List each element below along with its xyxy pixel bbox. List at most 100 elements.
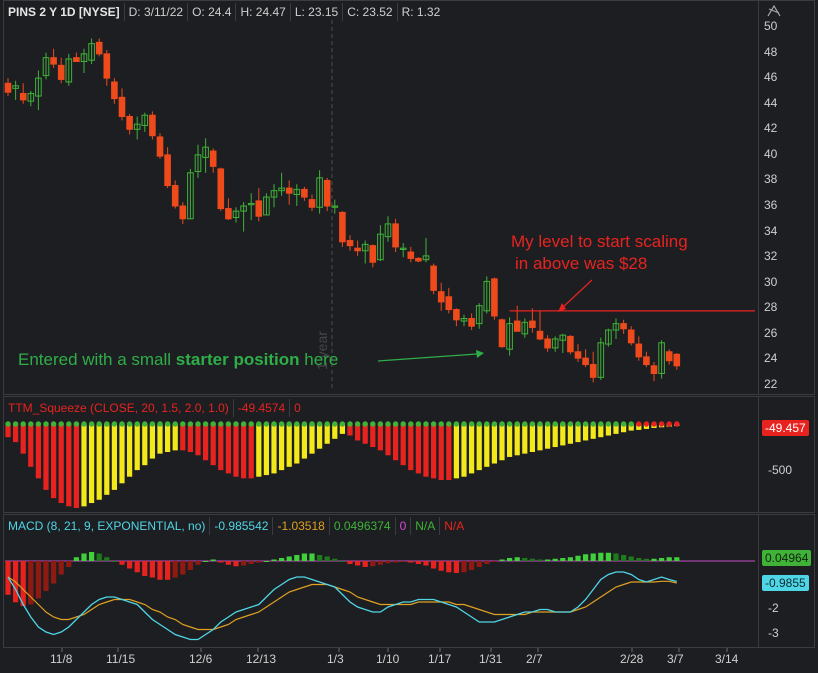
- squeeze-dot: [164, 421, 171, 427]
- macd-hist-bar: [339, 561, 345, 562]
- macd-hist-bar: [567, 557, 573, 561]
- candle-body: [369, 245, 377, 263]
- squeeze-dot: [499, 421, 505, 427]
- squeeze-dot: [408, 421, 414, 427]
- price-tick-label: 34: [764, 223, 778, 238]
- chart-canvas: [4, 20, 755, 652]
- squeeze-dot: [180, 421, 186, 427]
- macd-hist-bar: [522, 558, 528, 561]
- macd-hist-bar: [35, 561, 41, 599]
- squeeze-bar: [575, 424, 581, 443]
- macd-hist-bar: [81, 553, 87, 561]
- candle-body: [415, 257, 422, 262]
- macd-hist-bar: [233, 561, 239, 567]
- squeeze-bar: [157, 424, 163, 454]
- squeeze-dot: [309, 421, 315, 427]
- candle-body: [491, 278, 498, 317]
- date-tick-label: 2/7: [526, 652, 543, 666]
- macd-line: [7, 571, 677, 641]
- candle-body: [392, 223, 399, 248]
- squeeze-bar: [111, 424, 117, 490]
- squeeze-dot: [628, 421, 634, 427]
- price-tick-label: 44: [764, 95, 778, 110]
- squeeze-bar: [89, 424, 95, 504]
- drawing-tool-icon[interactable]: [765, 3, 783, 19]
- squeeze-dot: [620, 421, 627, 427]
- squeeze-bar: [149, 424, 155, 459]
- squeeze-bar: [453, 424, 459, 479]
- macd-hist-bar: [73, 557, 79, 561]
- squeeze-bar: [309, 424, 315, 454]
- squeeze-bar: [279, 424, 285, 471]
- macd-hist-bar: [393, 561, 399, 563]
- squeeze-dot: [294, 421, 300, 427]
- squeeze-bar: [165, 424, 171, 452]
- squeeze-dot: [301, 421, 308, 427]
- macd-hist-bar: [461, 561, 467, 573]
- candle-body: [529, 320, 536, 328]
- squeeze-bar: [370, 424, 376, 448]
- macd-hist-bar: [415, 561, 421, 564]
- macd-hist-bar: [469, 561, 475, 570]
- candle-body: [4, 82, 12, 93]
- macd-hist-bar: [301, 553, 307, 561]
- macd-hist-bar: [225, 561, 231, 565]
- macd-hist-bar: [127, 561, 133, 569]
- candle-body: [643, 356, 650, 366]
- squeeze-dot: [104, 421, 110, 427]
- level-annotation-line-2: in above was $28: [515, 254, 648, 273]
- squeeze-dot: [392, 421, 399, 427]
- squeeze-dot: [438, 421, 444, 427]
- date-tick-label: 11/15: [106, 652, 136, 666]
- macd-hist-bar: [613, 553, 619, 561]
- squeeze-bar: [514, 424, 520, 456]
- squeeze-dot: [453, 421, 460, 427]
- squeeze-bar: [362, 424, 368, 444]
- squeeze-dot: [514, 421, 520, 427]
- candle-body: [635, 343, 643, 358]
- candle-body: [19, 92, 27, 101]
- squeeze-bar: [377, 424, 383, 451]
- squeeze-dot: [278, 421, 285, 427]
- squeeze-dot: [5, 421, 11, 427]
- squeeze-dot: [666, 421, 672, 427]
- squeeze-bar: [66, 424, 72, 507]
- squeeze-dot: [529, 421, 536, 427]
- macd-hist-bar: [20, 561, 26, 606]
- ttm-last-value-label: -49.457: [762, 420, 809, 436]
- squeeze-bar: [271, 424, 277, 474]
- macd-hist-bar: [203, 561, 209, 562]
- squeeze-dot: [468, 421, 475, 427]
- squeeze-bar: [286, 424, 292, 467]
- candle-body: [407, 251, 415, 259]
- candle-body: [574, 351, 582, 359]
- macd-hist-bar: [180, 561, 186, 575]
- candle-body: [544, 338, 551, 349]
- squeeze-dot: [81, 421, 87, 427]
- squeeze-dot: [567, 421, 574, 427]
- squeeze-dot: [674, 421, 680, 427]
- macd-hist-bar: [119, 561, 125, 565]
- macd-hist-bar: [111, 561, 117, 562]
- date-tick-label: 12/13: [246, 652, 277, 666]
- squeeze-dot: [126, 421, 133, 427]
- macd-hist-bar: [590, 553, 596, 561]
- macd-hist-bar: [165, 561, 171, 580]
- macd-hist-bar: [218, 561, 224, 563]
- squeeze-bar: [81, 424, 87, 507]
- macd-hist-bar: [187, 561, 193, 570]
- squeeze-dot: [506, 421, 513, 427]
- squeeze-dot: [522, 421, 528, 427]
- candle-body: [498, 319, 506, 348]
- date-tick-label: 3/14: [715, 652, 739, 666]
- squeeze-dot: [172, 421, 178, 427]
- squeeze-bar: [203, 424, 209, 461]
- macd-signal-line: [7, 576, 677, 631]
- squeeze-bar: [51, 424, 57, 499]
- candle-body: [650, 365, 658, 374]
- squeeze-dot: [537, 421, 543, 427]
- macd-hist-bar: [51, 561, 57, 584]
- squeeze-dot: [560, 421, 566, 427]
- squeeze-dot: [385, 421, 391, 427]
- squeeze-dot: [271, 421, 277, 427]
